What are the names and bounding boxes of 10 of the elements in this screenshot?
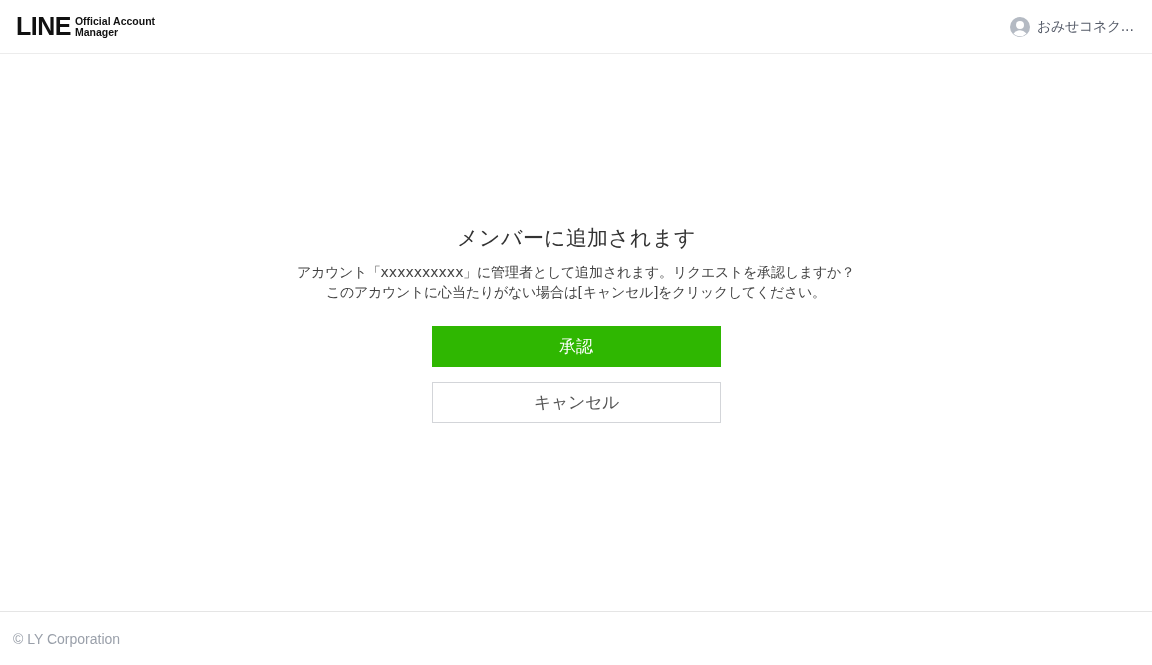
logo-subtitle: Official Account	[74, 15, 156, 27]
dialog-title: メンバーに追加されます	[456, 225, 696, 252]
avatar-icon[interactable]	[1009, 16, 1030, 37]
dialog-message: このアカウントに心当たりがない場合は[キャンセル]をクリックしてください。	[325, 283, 827, 302]
account-name[interactable]: おみせコネク...	[1036, 17, 1134, 36]
copyright-text: © LY Corporation	[13, 630, 121, 647]
logo-wordmark: LINE	[16, 14, 71, 39]
dialog-message: アカウント「xxxxxxxxxx」に管理者として追加されます。リクエストを承認しますか？	[296, 263, 856, 282]
cancel-button[interactable]: キャンセル	[431, 382, 721, 423]
logo-subtitle: Manager	[74, 26, 120, 38]
